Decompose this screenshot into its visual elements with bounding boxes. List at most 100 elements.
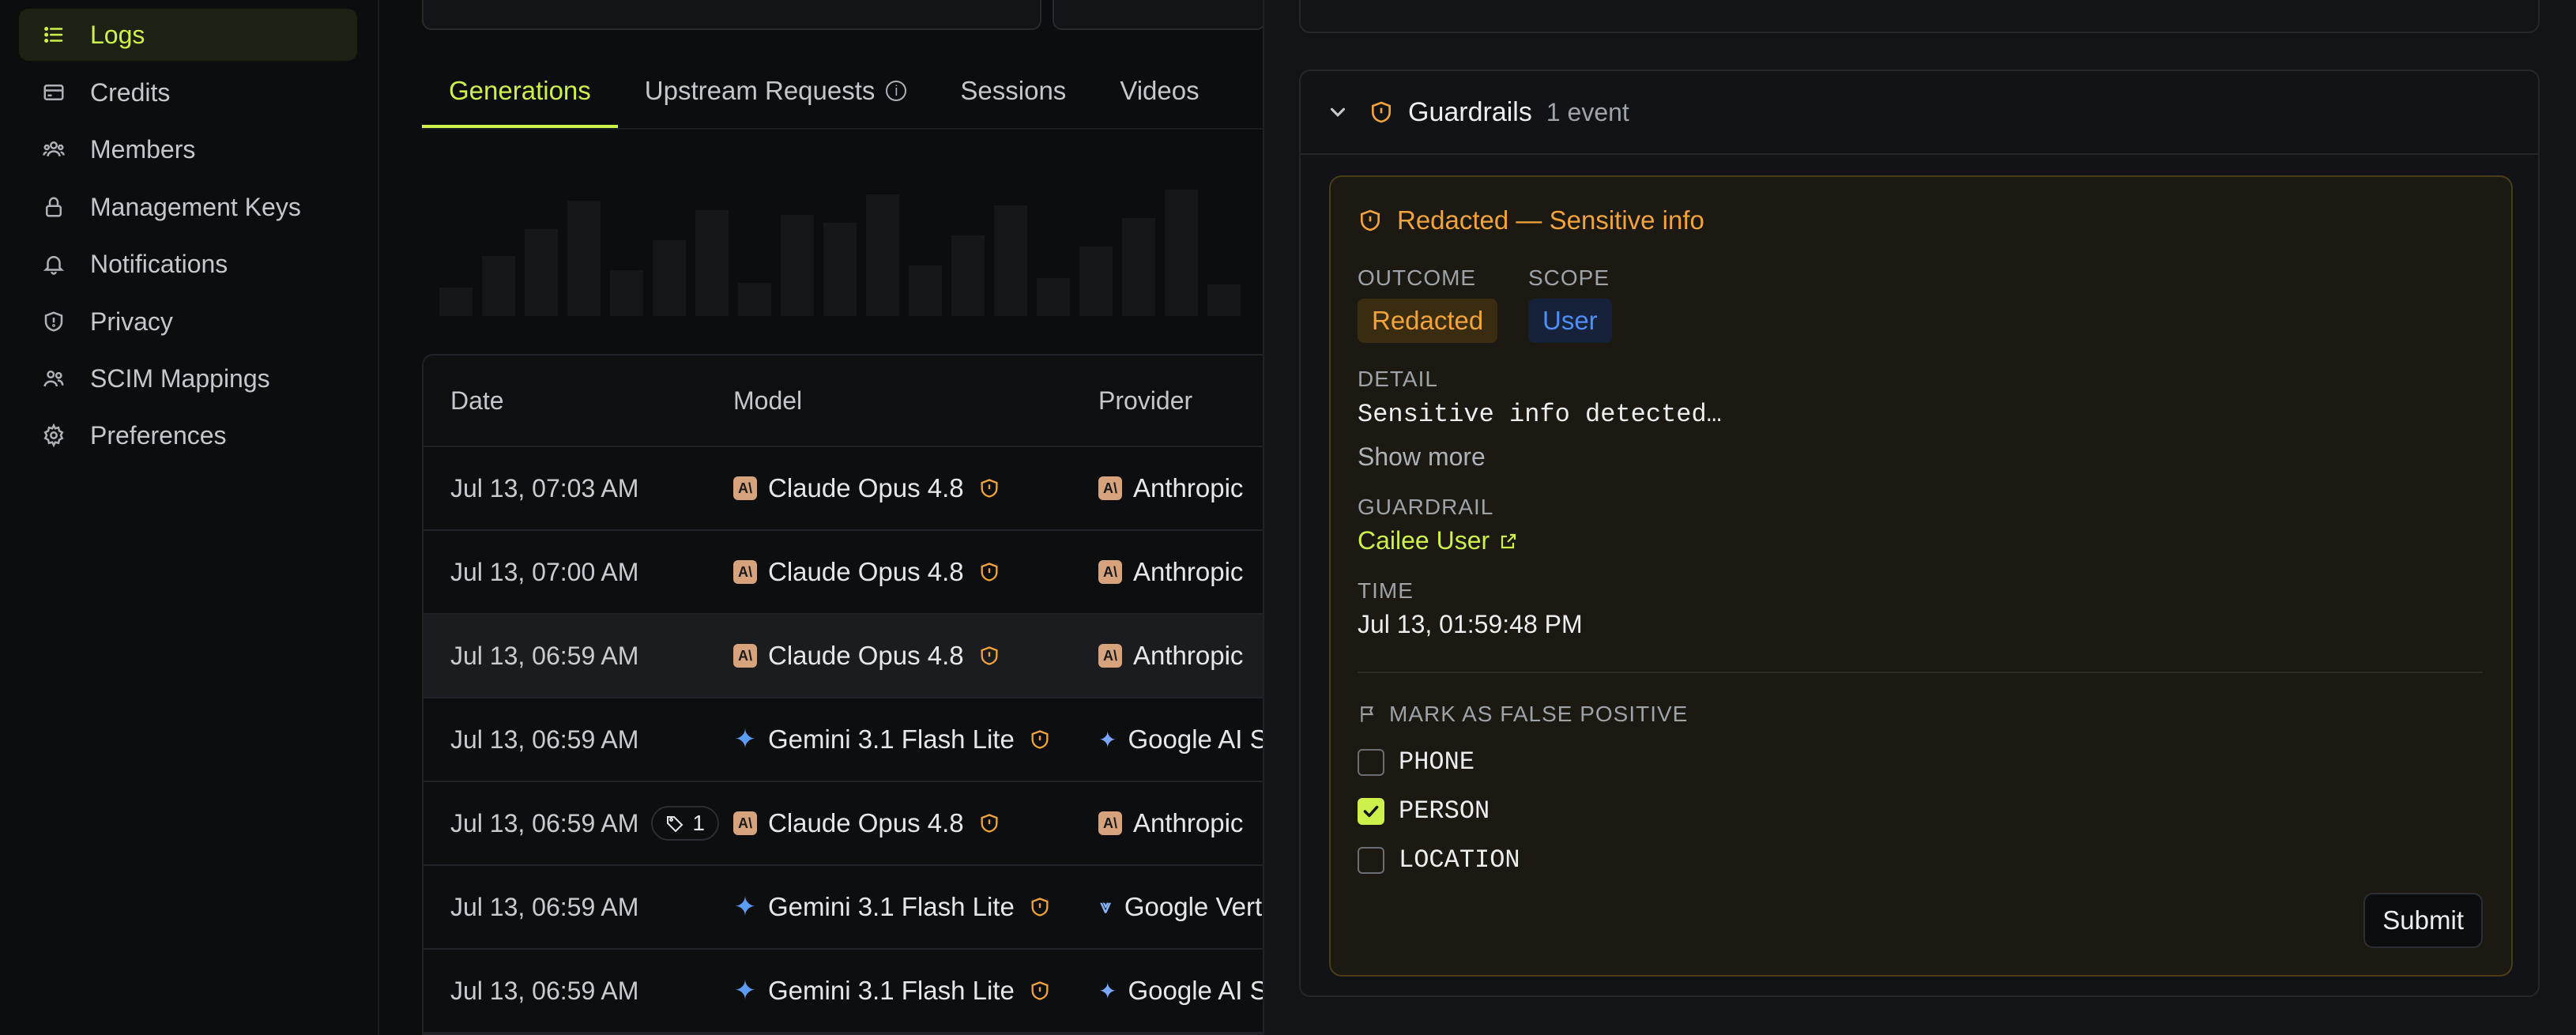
chart-bar	[482, 256, 515, 316]
provider-name: Anthropic	[1133, 473, 1244, 502]
guardrail-shield-icon	[981, 646, 998, 665]
event-title: Redacted — Sensitive info	[1358, 205, 1704, 235]
pill-count: 1	[692, 811, 705, 835]
sidebar-item-label: Management Keys	[90, 192, 301, 221]
chart-bar	[1079, 247, 1113, 316]
checkbox[interactable]	[1358, 846, 1384, 874]
tag-count-pill[interactable]: 1	[651, 806, 719, 841]
sidebar-item-notifications[interactable]: Notifications	[19, 238, 357, 290]
sidebar-item-logs[interactable]: Logs	[19, 9, 357, 61]
tab-generations[interactable]: Generations	[422, 63, 618, 128]
gemini-icon: ✦	[733, 976, 757, 1006]
chart-bar	[738, 283, 771, 316]
bell-icon	[40, 250, 68, 278]
guardrail-shield-icon	[1031, 898, 1049, 916]
provider-cell: A\ Anthropic	[1098, 473, 1263, 503]
sidebar-item-members[interactable]: Members	[19, 123, 357, 175]
provider-cell: A\ Anthropic	[1098, 557, 1263, 587]
tab-bar: Generations Upstream Requests i Sessions …	[422, 63, 1226, 128]
anthropic-icon: A\	[1098, 476, 1122, 500]
table-row[interactable]: Jul 13, 07:03 AM A\ Claude Opus 4.8 A\ Ant…	[424, 447, 1263, 531]
sidebar-item-label: Credits	[90, 77, 171, 107]
chart-bar	[1207, 284, 1241, 316]
checkbox-phone[interactable]: PHONE	[1358, 747, 1474, 777]
detail-text: Sensitive info detected…	[1358, 400, 1722, 429]
model-cell: A\ Claude Opus 4.8	[733, 641, 1098, 671]
chart-bar	[781, 215, 814, 316]
detail-label: DETAIL	[1358, 367, 1438, 391]
sidebar-item-privacy[interactable]: Privacy	[19, 295, 357, 348]
time-value: Jul 13, 01:59:48 PM	[1358, 610, 1583, 638]
external-link-icon	[1501, 533, 1516, 548]
main-content: Generations Upstream Requests i Sessions …	[381, 0, 1263, 1035]
chart-bar	[695, 210, 729, 316]
event-title-text: Redacted — Sensitive info	[1397, 205, 1704, 235]
table-row-selected[interactable]: Jul 13, 06:59 AM A\ Claude Opus 4.8 A\ Ant…	[424, 615, 1263, 698]
activity-chart	[439, 182, 1261, 316]
filter-control[interactable]	[1053, 0, 1263, 30]
sidebar-item-scim-mappings[interactable]: SCIM Mappings	[19, 352, 357, 405]
date-cell: Jul 13, 06:59 AM	[450, 641, 639, 670]
tab-upstream-requests[interactable]: Upstream Requests i	[618, 63, 934, 128]
column-header-date[interactable]: Date	[424, 386, 733, 416]
guardrail-shield-icon	[1031, 730, 1049, 749]
outcome-badge: Redacted	[1358, 299, 1498, 343]
submit-button[interactable]: Submit	[2363, 893, 2483, 948]
provider-name: Google AI Studio	[1128, 724, 1263, 754]
table-row[interactable]: Jul 13, 06:59 AM 1 A\ Claude Opus 4.8 A\ An…	[424, 782, 1263, 866]
table-header: Date Model Provider	[424, 356, 1263, 447]
model-name: Claude Opus 4.8	[768, 473, 964, 502]
model-name: Gemini 3.1 Flash Lite	[768, 892, 1015, 921]
chart-bar	[823, 223, 857, 316]
provider-name: Anthropic	[1133, 808, 1244, 837]
model-cell: A\ Claude Opus 4.8	[733, 808, 1098, 838]
table-row[interactable]: Jul 13, 06:59 AM ✦ Gemini 3.1 Flash Lite …	[424, 950, 1263, 1033]
sidebar-item-label: Notifications	[90, 249, 228, 278]
table-row[interactable]: Jul 13, 06:59 AM ✦ Gemini 3.1 Flash Lite …	[424, 698, 1263, 782]
show-more-link[interactable]: Show more	[1358, 442, 1486, 472]
filter-control[interactable]	[422, 0, 1041, 30]
chart-bar	[909, 265, 942, 316]
guardrails-header[interactable]: Guardrails 1 event	[1301, 71, 2538, 155]
model-name: Claude Opus 4.8	[768, 641, 964, 670]
provider-cell: ✦ Google AI Studio	[1098, 724, 1263, 755]
checkbox-person[interactable]: PERSON	[1358, 796, 1489, 826]
sidebar-item-credits[interactable]: Credits	[19, 66, 357, 119]
tab-sessions[interactable]: Sessions	[933, 63, 1093, 128]
guardrail-name: Cailee User	[1358, 526, 1490, 555]
provider-cell: ✦ Google AI Studio	[1098, 976, 1263, 1006]
gear-icon	[40, 421, 68, 450]
checkbox-location[interactable]: LOCATION	[1358, 845, 1520, 875]
tab-label: Sessions	[960, 76, 1067, 105]
provider-name: Google Vertex	[1124, 892, 1263, 921]
users-icon	[40, 135, 68, 164]
event-count: 1 event	[1546, 97, 1629, 126]
model-cell: A\ Claude Opus 4.8	[733, 473, 1098, 503]
column-header-model[interactable]: Model	[733, 386, 1098, 416]
date-cell: Jul 13, 06:59 AM	[450, 892, 639, 921]
provider-name: Anthropic	[1133, 557, 1244, 586]
table-row[interactable]: Jul 13, 06:59 AM ✦ Gemini 3.1 Flash Lite …	[424, 866, 1263, 950]
shield-icon	[1372, 101, 1391, 123]
gemini-icon: ✦	[733, 724, 757, 755]
sidebar-item-management-keys[interactable]: Management Keys	[19, 181, 357, 233]
credit-card-icon	[40, 78, 68, 107]
divider	[422, 128, 1263, 130]
tab-videos[interactable]: Videos	[1093, 63, 1226, 128]
chevron-down-icon[interactable]	[1326, 100, 1350, 124]
anthropic-icon: A\	[733, 811, 757, 835]
anthropic-icon: A\	[1098, 560, 1122, 584]
checkbox[interactable]	[1358, 748, 1384, 776]
info-icon[interactable]: i	[886, 81, 907, 101]
google-ai-studio-icon: ✦	[1098, 727, 1117, 752]
checkbox-checked[interactable]	[1358, 797, 1384, 825]
model-cell: A\ Claude Opus 4.8	[733, 557, 1098, 587]
column-header-provider[interactable]: Provider	[1098, 386, 1192, 416]
guardrail-link[interactable]: Cailee User	[1358, 526, 1518, 555]
guardrails-section: Guardrails 1 event Redacted — Sensitive …	[1299, 70, 2540, 997]
table-row[interactable]: Jul 13, 07:00 AM A\ Claude Opus 4.8 A\ Ant…	[424, 531, 1263, 615]
shield-icon	[1361, 209, 1380, 231]
usage-section[interactable]	[1299, 0, 2540, 33]
sidebar-item-preferences[interactable]: Preferences	[19, 409, 357, 461]
detail-panel: Guardrails 1 event Redacted — Sensitive …	[1263, 0, 2576, 1035]
